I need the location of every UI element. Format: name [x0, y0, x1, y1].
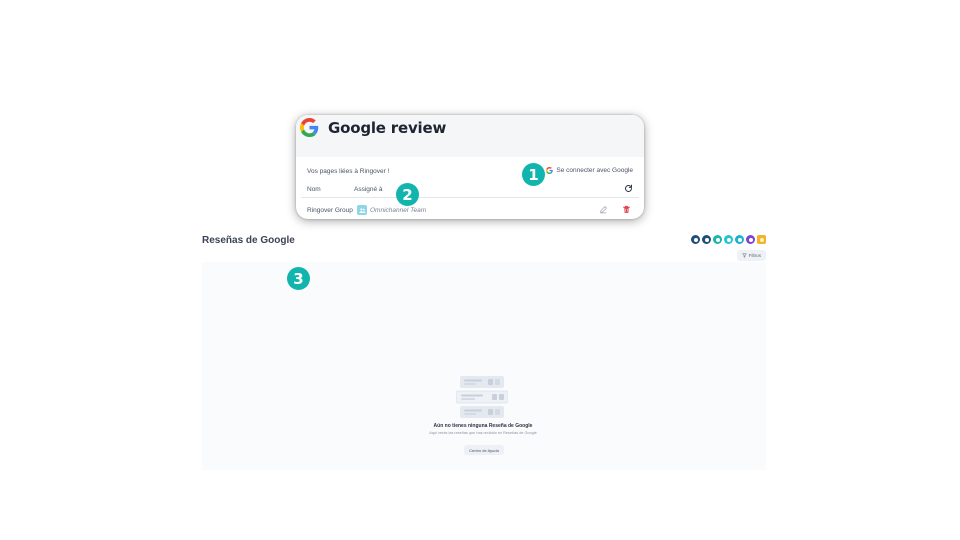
help-center-button[interactable]: Centro de Ayuda — [464, 445, 504, 455]
empty-state-subtitle: Aquí verás las reseñas que has recibido … — [429, 431, 537, 435]
page-row-name: Ringover Group — [307, 207, 353, 214]
trash-icon[interactable] — [622, 205, 631, 214]
channel-2-icon[interactable] — [702, 235, 711, 244]
connect-google-label: Se connecter avec Google — [556, 167, 633, 174]
connect-google-button[interactable]: Se connecter avec Google — [546, 167, 633, 174]
team-icon — [357, 205, 367, 215]
empty-state-title: Aún no tienes ninguna Reseña de Google — [433, 423, 533, 429]
google-logo-icon — [300, 118, 319, 137]
channel-4-icon[interactable] — [724, 235, 733, 244]
google-reviews-page: Reseñas de Google Filtros Aún no tienes … — [196, 232, 770, 472]
step-marker-2: 2 — [396, 183, 419, 206]
card-title: Google review — [328, 119, 447, 137]
google-g-icon — [546, 167, 554, 174]
filters-button[interactable]: Filtros — [736, 250, 766, 261]
google-review-card: Google review Vos pages liées à Ringover… — [296, 115, 644, 219]
column-header-name: Nom — [307, 186, 321, 193]
column-header-assigned: Assigné à — [354, 186, 383, 193]
channel-3-icon[interactable] — [713, 235, 722, 244]
funnel-icon — [742, 253, 747, 258]
assigned-team-name: Omnichannel Team — [370, 207, 427, 214]
channel-filter-bar — [691, 235, 766, 244]
step-marker-3: 3 — [287, 267, 310, 290]
card-header: Google review — [296, 115, 644, 157]
star-channel-icon[interactable] — [757, 235, 766, 244]
filters-label: Filtros — [748, 253, 761, 258]
channel-5-icon[interactable] — [735, 235, 744, 244]
refresh-icon[interactable] — [624, 184, 633, 193]
reviews-content-area — [202, 262, 766, 470]
table-divider — [301, 197, 639, 198]
channel-1-icon[interactable] — [691, 235, 700, 244]
empty-reviews-illustration — [456, 376, 508, 418]
linked-pages-text: Vos pages liées à Ringover ! — [307, 168, 390, 175]
edit-icon[interactable] — [599, 205, 608, 214]
users-icon — [358, 207, 366, 213]
channel-6-icon[interactable] — [746, 235, 755, 244]
page-title: Reseñas de Google — [202, 235, 295, 246]
step-marker-1: 1 — [522, 163, 545, 186]
